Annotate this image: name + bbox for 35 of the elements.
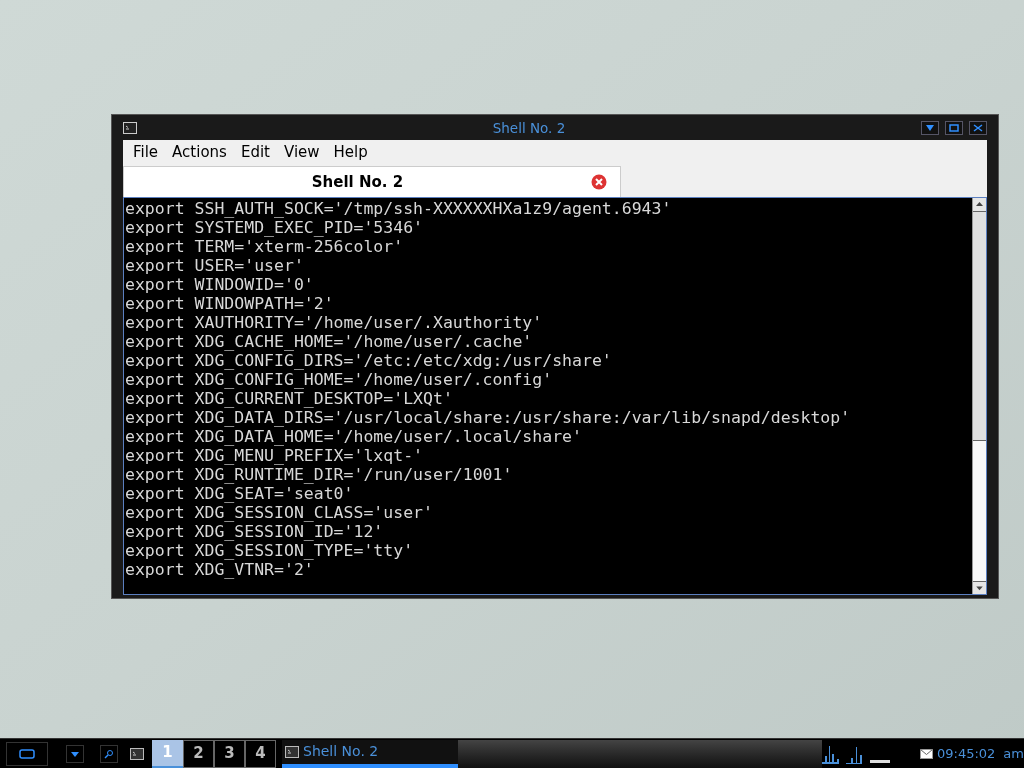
close-icon: [973, 123, 983, 132]
menu-item[interactable]: File: [133, 140, 159, 164]
close-button[interactable]: [969, 120, 987, 135]
taskbar-task[interactable]: Shell No. 2: [282, 739, 458, 768]
window-title: Shell No. 2: [492, 119, 566, 136]
search-icon: [104, 748, 114, 759]
tab[interactable]: Shell No. 2: [123, 166, 621, 197]
terminal-launcher-icon[interactable]: [130, 747, 144, 760]
menu-item[interactable]: Actions: [172, 140, 227, 164]
terminal-output: export SSH_AUTH_SOCK='/tmp/ssh-XXXXXXHXa1z9/agent.6943' export SYSTEMD_EXEC_PID='5346' export TERM='xterm-256color' export USER='user' export WINDOWID='0' export WINDOWPATH='2' export XAUTHORITY='/home/user/.Xauthority' export XDG_CACHE_HOME='/home/user/.cache' export XDG_CONFIG_DIRS='/etc:/etc/xdg:/usr/share' export XDG_CONFIG_HOME='/home/user/.config' export XDG_CURRENT_DESKTOP='LXQt' export XDG_DATA_DIRS='/usr/local/share:/usr/share:/var/lib/snapd/desktop' export XDG_DATA_HOME='/home/user/.local/share' export XDG_MENU_PREFIX='lxqt-' export XDG_RUNTIME_DIR='/run/user/1001' export XDG_SEAT='seat0' export XDG_SESSION_CLASS='user' export XDG_SESSION_ID='12' export XDG_SESSION_TYPE='tty' export XDG_VTNR='2': [124, 198, 852, 581]
desktop-button[interactable]: 2: [183, 739, 214, 768]
search-button[interactable]: [100, 744, 118, 763]
scrollbar[interactable]: [972, 198, 986, 594]
minimize-button[interactable]: [921, 120, 939, 135]
maximize-icon: [949, 123, 959, 132]
scroll-thumb[interactable]: [973, 441, 986, 581]
mail-icon[interactable]: [919, 748, 933, 759]
clock[interactable]: 09:45:02: [936, 743, 996, 764]
close-tab-icon[interactable]: [591, 174, 607, 190]
desktop-button[interactable]: 3: [214, 739, 245, 768]
menu-item[interactable]: Help: [333, 140, 368, 164]
caret-icon: [925, 123, 935, 132]
window-icon: [19, 748, 35, 759]
app-menu-button[interactable]: [6, 741, 48, 766]
clock-suffix: am: [1003, 744, 1024, 763]
cpu-graph-icon: [821, 743, 842, 764]
terminal-icon: [285, 745, 299, 758]
caret-icon: [70, 749, 80, 758]
menu-item[interactable]: Edit: [240, 140, 270, 164]
terminal-icon: [123, 121, 137, 134]
maximize-button[interactable]: [945, 120, 963, 135]
memory-graph-icon: [869, 759, 890, 763]
dropdown-button[interactable]: [66, 744, 84, 763]
menu-item[interactable]: View: [283, 140, 320, 164]
desktop-button[interactable]: 4: [245, 739, 276, 768]
